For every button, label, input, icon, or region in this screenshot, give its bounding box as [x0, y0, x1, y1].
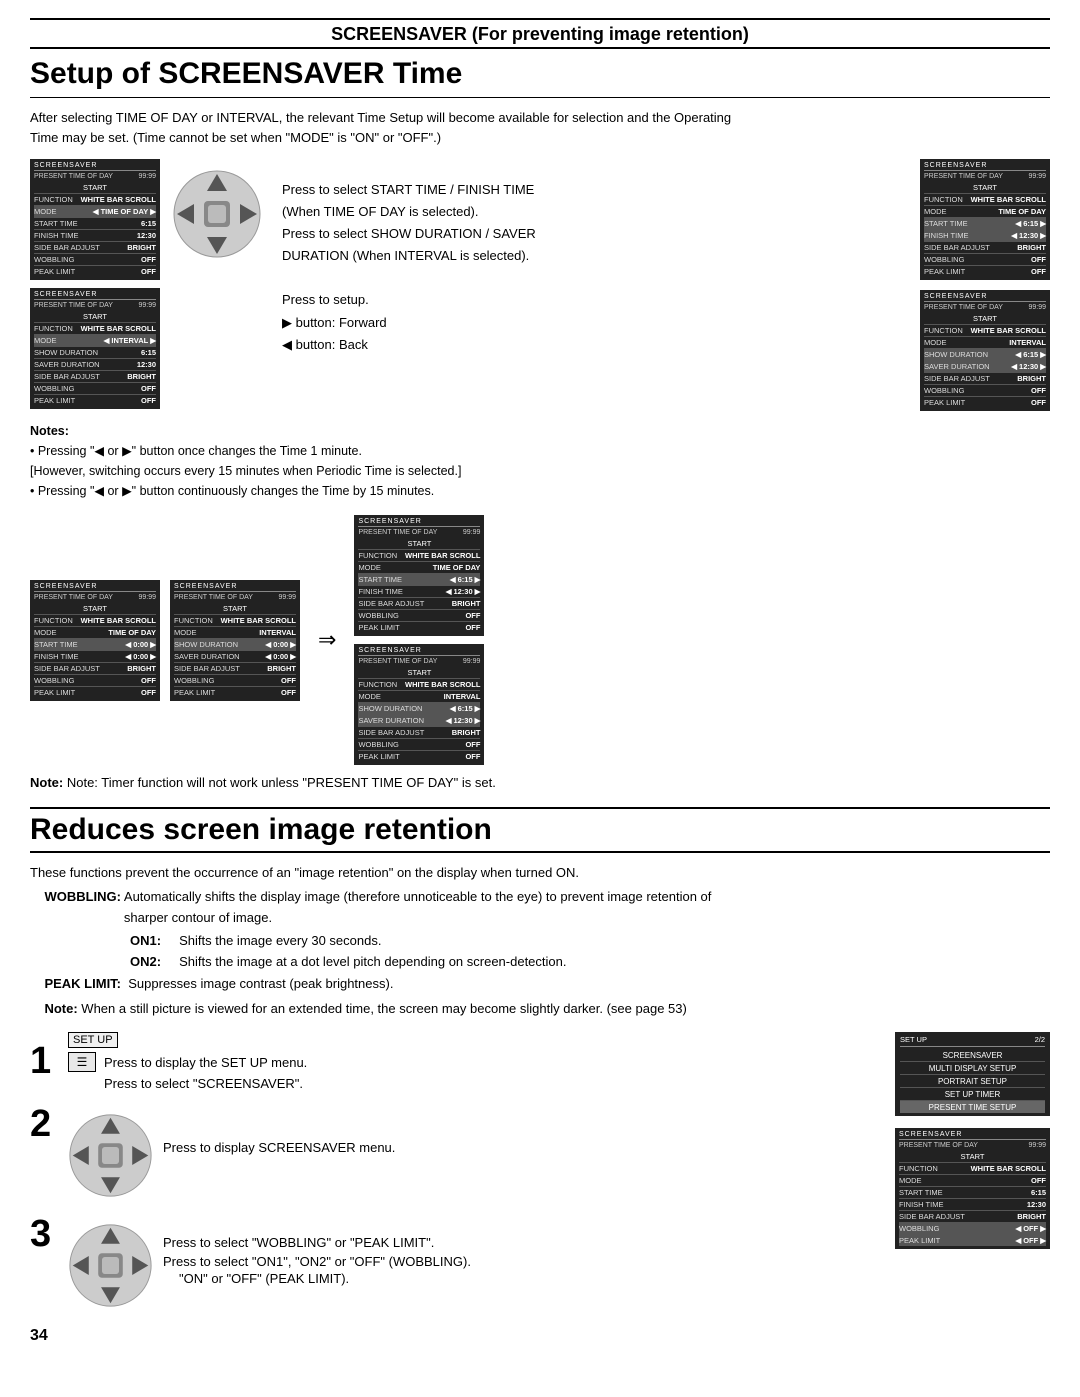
top-diagram-area: SCREENSAVER PRESENT TIME OF DAY99:99 STA… [30, 159, 1050, 411]
step2-row: 2 Press to display SCREENSAVER menu. [30, 1105, 471, 1201]
ss-box-timeofday-selected: SCREENSAVER PRESENT TIME OF DAY99:99 STA… [920, 159, 1050, 280]
notes-section: Notes: • Pressing "◀ or ▶" button once c… [30, 421, 1050, 501]
page-header: SCREENSAVER (For preventing image retent… [30, 18, 1050, 49]
setup-label: SET UP [68, 1032, 118, 1048]
step2-text: Press to display SCREENSAVER menu. [163, 1140, 395, 1159]
note-timer: Note: Note: Timer function will not work… [30, 773, 1050, 793]
bottom-diagram-row: SCREENSAVER PRESENT TIME OF DAY99:99 STA… [30, 515, 1050, 765]
intro-text: After selecting TIME OF DAY or INTERVAL,… [30, 108, 1050, 147]
step3-press6: "ON" or "OFF" (PEAK LIMIT). [179, 1271, 471, 1286]
ss-box-before-timeofday: SCREENSAVER PRESENT TIME OF DAY99:99 STA… [30, 580, 160, 701]
step3-press4: Press to select "WOBBLING" or "PEAK LIMI… [163, 1235, 471, 1250]
step3-row: 3 Press to select "WOBBLING" or "PEAK LI… [30, 1215, 471, 1311]
setup-menu-box: SET UP 2/2 SCREENSAVER MULTI DISPLAY SET… [895, 1032, 1050, 1116]
step1-press2: Press to select "SCREENSAVER". [104, 1076, 303, 1091]
header-title: SCREENSAVER (For preventing image retent… [30, 24, 1050, 45]
right-ss-boxes: SCREENSAVER PRESENT TIME OF DAY99:99 STA… [920, 159, 1050, 411]
step3-text: Press to select "WOBBLING" or "PEAK LIMI… [163, 1235, 471, 1286]
step2-press3: Press to display SCREENSAVER menu. [163, 1140, 395, 1155]
dpad-diagram [172, 169, 262, 259]
ss-box-interval-selected: SCREENSAVER PRESENT TIME OF DAY99:99 STA… [920, 290, 1050, 411]
ss-box-before-interval: SCREENSAVER PRESENT TIME OF DAY99:99 STA… [170, 580, 300, 701]
menu-icon: ☰ [68, 1052, 96, 1072]
reduces-intro: These functions prevent the occurrence o… [30, 863, 1050, 1021]
step2-dpad [68, 1113, 153, 1201]
menu-item-screensaver: SCREENSAVER [900, 1049, 1045, 1062]
ss-box-timeofday-mode: SCREENSAVER PRESENT TIME OF DAY99:99 STA… [30, 159, 160, 280]
step1-content: SET UP ☰ Press to display the SET UP men… [68, 1032, 307, 1091]
arrow-right-icon: ⇒ [318, 629, 336, 651]
menu-item-portrait: PORTRAIT SETUP [900, 1075, 1045, 1088]
step1-row: 1 SET UP ☰ Press to display the SET UP m… [30, 1032, 471, 1091]
dpad-instructions-area: Press to select START TIME / FINISH TIME… [172, 169, 536, 356]
step3-press5: Press to select "ON1", "ON2" or "OFF" (W… [163, 1254, 471, 1269]
steps-area: 1 SET UP ☰ Press to display the SET UP m… [30, 1032, 1050, 1311]
steps-right: SET UP 2/2 SCREENSAVER MULTI DISPLAY SET… [895, 1032, 1050, 1311]
left-ss-boxes: SCREENSAVER PRESENT TIME OF DAY99:99 STA… [30, 159, 160, 409]
reduces-section-header: Reduces screen image retention [30, 807, 1050, 853]
dpad-instructions: Press to select START TIME / FINISH TIME… [282, 179, 536, 356]
main-title: Setup of SCREENSAVER Time [30, 57, 1050, 98]
ss-box-wobbling-peak: SCREENSAVER PRESENT TIME OF DAY99:99 STA… [895, 1128, 1050, 1249]
menu-item-multidisplay: MULTI DISPLAY SETUP [900, 1062, 1045, 1075]
step1-press1: Press to display the SET UP menu. [104, 1055, 307, 1070]
page-number: 34 [30, 1327, 1050, 1345]
right-bottom-boxes: SCREENSAVER PRESENT TIME OF DAY99:99 STA… [354, 515, 484, 765]
steps-left: 1 SET UP ☰ Press to display the SET UP m… [30, 1032, 471, 1311]
step2-number: 2 [30, 1105, 58, 1143]
ss-box-after-timeofday: SCREENSAVER PRESENT TIME OF DAY99:99 STA… [354, 515, 484, 636]
step3-dpad [68, 1223, 153, 1311]
menu-item-presenttime: PRESENT TIME SETUP [900, 1101, 1045, 1113]
step3-number: 3 [30, 1215, 58, 1253]
menu-item-setuptimer: SET UP TIMER [900, 1088, 1045, 1101]
ss-box-interval-mode: SCREENSAVER PRESENT TIME OF DAY99:99 STA… [30, 288, 160, 409]
ss-box-after-interval: SCREENSAVER PRESENT TIME OF DAY99:99 STA… [354, 644, 484, 765]
step1-number: 1 [30, 1040, 58, 1083]
reduces-title: Reduces screen image retention [30, 813, 1050, 847]
